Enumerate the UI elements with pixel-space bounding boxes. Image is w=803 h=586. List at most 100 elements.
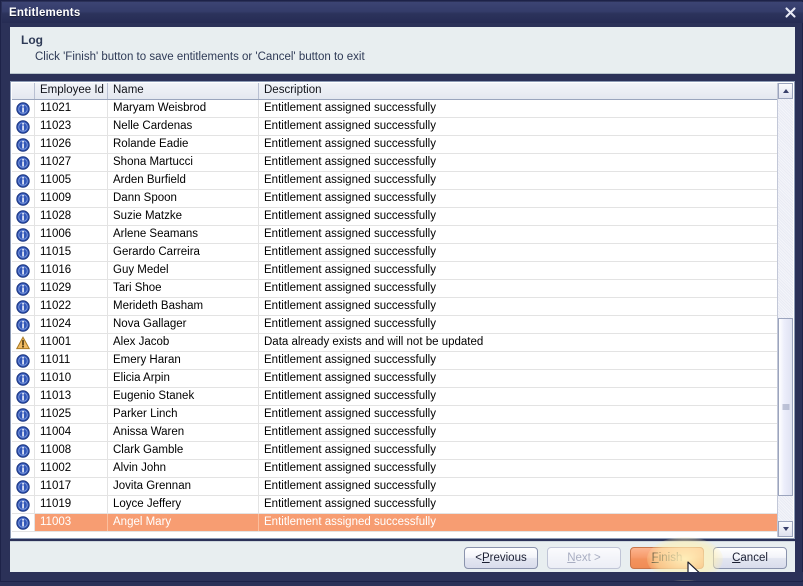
finish-button[interactable]: Finish (630, 547, 704, 569)
cell-description: Entitlement assigned successfully (259, 352, 778, 369)
table-row[interactable]: 11028 Suzie Matzke Entitlement assigned su… (12, 208, 778, 226)
row-status-icon-cell (12, 100, 35, 117)
cell-description: Entitlement assigned successfully (259, 154, 778, 171)
cell-name: Anissa Waren (108, 424, 259, 441)
column-header-name[interactable]: Name (108, 83, 259, 99)
column-header-icon[interactable] (12, 83, 35, 99)
table-row[interactable]: 11022 Merideth Basham Entitlement assigned… (12, 298, 778, 316)
table-row[interactable]: 11029 Tari Shoe Entitlement assigned succe… (12, 280, 778, 298)
row-status-icon-cell (12, 442, 35, 459)
cell-name: Suzie Matzke (108, 208, 259, 225)
cell-name: Emery Haran (108, 352, 259, 369)
cell-employee-id: 11009 (35, 190, 108, 207)
info-icon (16, 245, 30, 260)
info-icon (16, 191, 30, 206)
table-row[interactable]: 11021 Maryam Weisbrod Entitlement assigned… (12, 100, 778, 118)
info-icon (16, 101, 30, 116)
cell-employee-id: 11027 (35, 154, 108, 171)
table-row[interactable]: 11008 Clark Gamble Entitlement assigned su… (12, 442, 778, 460)
table-row[interactable]: 11019 Loyce Jeffery Entitlement assigned s… (12, 496, 778, 514)
vertical-scrollbar[interactable] (777, 83, 793, 537)
table-row[interactable]: 11006 Arlene Seamans Entitlement assigned … (12, 226, 778, 244)
table-row[interactable]: 11015 Gerardo Carreira Entitlement assigne… (12, 244, 778, 262)
cell-employee-id: 11013 (35, 388, 108, 405)
row-status-icon-cell (12, 226, 35, 243)
table-row[interactable]: 11027 Shona Martucci Entitlement assigned … (12, 154, 778, 172)
table-row[interactable]: 11023 Nelle Cardenas Entitlement assigned … (12, 118, 778, 136)
cell-name: Angel Mary (108, 514, 259, 531)
cell-name: Shona Martucci (108, 154, 259, 171)
cell-description: Entitlement assigned successfully (259, 280, 778, 297)
footer-button-row: < Previous Next > Finish Cancel (464, 547, 787, 569)
table-row[interactable]: 11025 Parker Linch Entitlement assigned su… (12, 406, 778, 424)
cell-employee-id: 11002 (35, 460, 108, 477)
cell-description: Entitlement assigned successfully (259, 262, 778, 279)
table-row[interactable]: 11013 Eugenio Stanek Entitlement assigned … (12, 388, 778, 406)
column-header-description[interactable]: Description (259, 83, 778, 99)
table-row[interactable]: 11011 Emery Haran Entitlement assigned suc… (12, 352, 778, 370)
table-row[interactable]: 11024 Nova Gallager Entitlement assigned s… (12, 316, 778, 334)
info-icon (16, 371, 30, 386)
table-row[interactable]: 11002 Alvin John Entitlement assigned succ… (12, 460, 778, 478)
table-row[interactable]: 11005 Arden Burfield Entitlement assigned … (12, 172, 778, 190)
row-status-icon-cell (12, 478, 35, 495)
scroll-down-arrow-icon[interactable] (778, 521, 793, 537)
row-status-icon-cell (12, 172, 35, 189)
cell-name: Merideth Basham (108, 298, 259, 315)
table-row[interactable]: 11009 Dann Spoon Entitlement assigned succ… (12, 190, 778, 208)
cell-employee-id: 11008 (35, 442, 108, 459)
cell-employee-id: 11029 (35, 280, 108, 297)
cell-name: Arden Burfield (108, 172, 259, 189)
scrollbar-thumb[interactable] (778, 318, 793, 496)
row-status-icon-cell (12, 334, 35, 351)
row-status-icon-cell (12, 514, 35, 531)
table-row[interactable]: 11001 Alex Jacob Data already exists and w… (12, 334, 778, 352)
cell-description: Entitlement assigned successfully (259, 136, 778, 153)
previous-button[interactable]: < Previous (464, 547, 538, 569)
table-row[interactable]: 11016 Guy Medel Entitlement assigned succe… (12, 262, 778, 280)
table-row[interactable]: 11004 Anissa Waren Entitlement assigned su… (12, 424, 778, 442)
cell-description: Entitlement assigned successfully (259, 298, 778, 315)
info-icon (16, 461, 30, 476)
cell-description: Entitlement assigned successfully (259, 370, 778, 387)
row-status-icon-cell (12, 352, 35, 369)
cell-description: Entitlement assigned successfully (259, 190, 778, 207)
row-status-icon-cell (12, 388, 35, 405)
row-status-icon-cell (12, 370, 35, 387)
column-header-employee-id[interactable]: Employee Id (35, 83, 108, 99)
table-row[interactable]: 11026 Rolande Eadie Entitlement assigned s… (12, 136, 778, 154)
title-bar: Entitlements (2, 2, 803, 23)
info-icon (16, 119, 30, 134)
cell-employee-id: 11024 (35, 316, 108, 333)
cell-description: Entitlement assigned successfully (259, 226, 778, 243)
cell-employee-id: 11025 (35, 406, 108, 423)
row-status-icon-cell (12, 208, 35, 225)
info-icon (16, 425, 30, 440)
cell-employee-id: 11015 (35, 244, 108, 261)
scroll-up-arrow-icon[interactable] (778, 83, 793, 99)
entitlements-dialog: Entitlements Log Click 'Finish' button t… (0, 0, 803, 582)
cell-employee-id: 11010 (35, 370, 108, 387)
cell-name: Alvin John (108, 460, 259, 477)
cell-name: Alex Jacob (108, 334, 259, 351)
table-row[interactable]: 11017 Jovita Grennan Entitlement assigned … (12, 478, 778, 496)
info-icon (16, 173, 30, 188)
cell-description: Entitlement assigned successfully (259, 388, 778, 405)
log-header-panel: Log Click 'Finish' button to save entitl… (10, 27, 795, 74)
warning-icon (16, 335, 30, 350)
info-icon (16, 263, 30, 278)
cell-name: Nelle Cardenas (108, 118, 259, 135)
cell-description: Entitlement assigned successfully (259, 406, 778, 423)
cell-description: Entitlement assigned successfully (259, 478, 778, 495)
cell-employee-id: 11006 (35, 226, 108, 243)
cell-employee-id: 11001 (35, 334, 108, 351)
info-icon (16, 443, 30, 458)
close-icon[interactable] (777, 3, 803, 23)
table-row[interactable]: 11010 Elicia Arpin Entitlement assigned su… (12, 370, 778, 388)
info-icon (16, 155, 30, 170)
cell-employee-id: 11003 (35, 514, 108, 531)
row-status-icon-cell (12, 118, 35, 135)
cancel-button[interactable]: Cancel (713, 547, 787, 569)
table-row[interactable]: 11003 Angel Mary Entitlement assigned succ… (12, 514, 778, 532)
cell-name: Jovita Grennan (108, 478, 259, 495)
